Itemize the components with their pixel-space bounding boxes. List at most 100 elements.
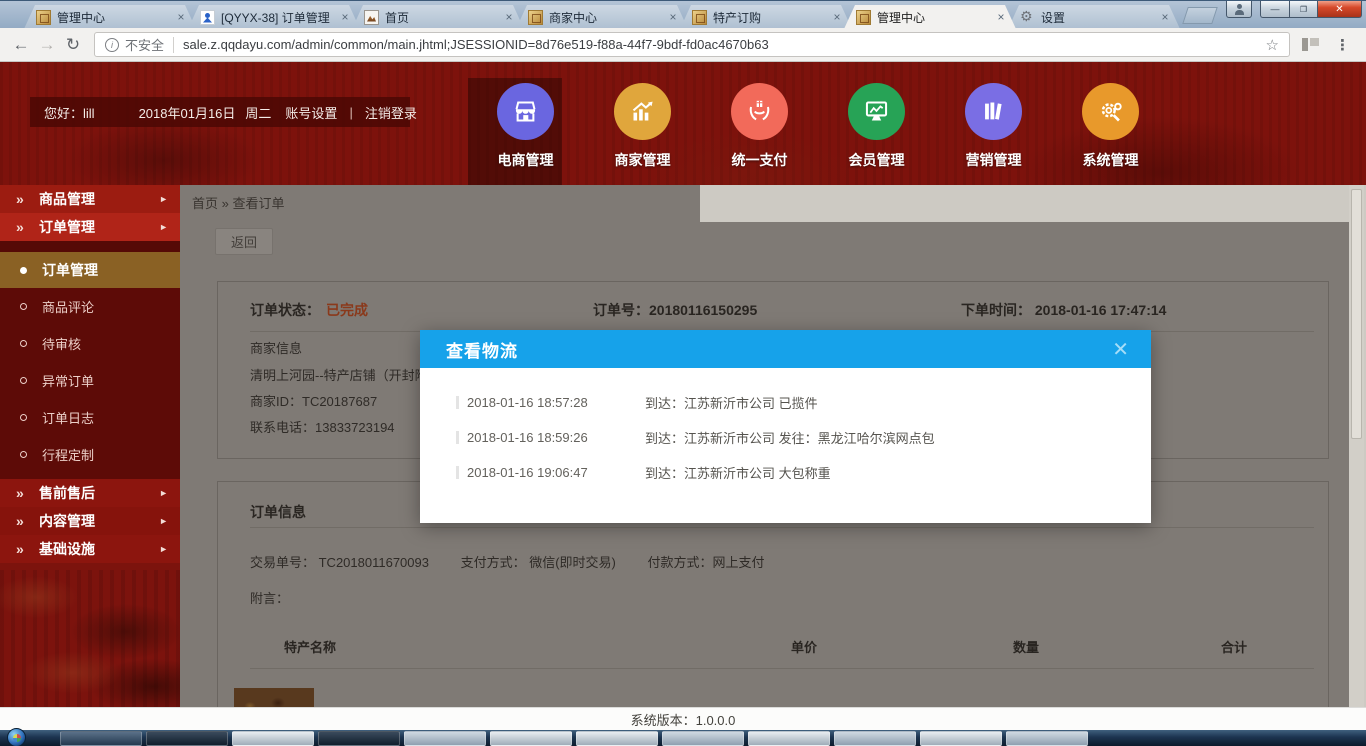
tab-close-icon[interactable]: × [174, 10, 188, 24]
sidebar-item-abnormal-orders[interactable]: 异常订单 [0, 362, 180, 399]
sidebar-group-orders[interactable]: » 订单管理 ► [0, 213, 180, 241]
sidebar-item-order-log[interactable]: 订单日志 [0, 399, 180, 436]
nav-item-merchant[interactable]: 商家管理 [584, 78, 701, 185]
taskbar-button[interactable] [318, 731, 400, 746]
chevron-icon: » [16, 535, 24, 563]
nav-label: 电商管理 [498, 150, 554, 170]
taskbar-button[interactable] [1006, 731, 1088, 746]
sidebar: » 商品管理 ► » 订单管理 ► 订单管理 商品评论 待审核 [0, 185, 180, 707]
forward-icon[interactable]: → [34, 35, 60, 55]
tab-close-icon[interactable]: × [502, 10, 516, 24]
new-tab-button[interactable] [1182, 7, 1218, 24]
arrow-right-icon: ► [159, 213, 168, 241]
nav-item-marketing[interactable]: 营销管理 [935, 78, 1052, 185]
security-label: 不安全 [125, 35, 164, 54]
taskbar-button[interactable] [404, 731, 486, 746]
sidebar-item-pending-review[interactable]: 待审核 [0, 325, 180, 362]
nav-item-member[interactable]: 会员管理 [818, 78, 935, 185]
chevron-icon: » [16, 507, 24, 535]
scrollbar-thumb[interactable] [1351, 189, 1362, 439]
browser-tab[interactable]: [QYYX-38] 订单管理 × [188, 5, 360, 29]
site-favicon [856, 10, 871, 25]
refresh-icon[interactable]: ↻ [60, 35, 86, 55]
log-time: 2018-01-16 18:59:26 [467, 430, 645, 445]
site-favicon [528, 10, 543, 25]
browser-tab[interactable]: 首页 × [352, 5, 524, 29]
bullet-icon [20, 267, 27, 274]
start-button[interactable] [7, 728, 26, 746]
sidebar-item-product-reviews[interactable]: 商品评论 [0, 288, 180, 325]
info-icon[interactable]: i [105, 38, 119, 52]
logistics-entry: 2018-01-16 18:57:28 到达：江苏新沂市公司 已揽件 [420, 385, 1151, 420]
bullet-icon [20, 377, 27, 384]
taskbar-button[interactable] [146, 731, 228, 746]
log-status: 到达：江苏新沂市公司 大包称重 [645, 463, 831, 482]
restore-button[interactable]: ❐ [1289, 1, 1317, 18]
nav-label: 统一支付 [732, 150, 788, 170]
modal-mask [180, 185, 700, 222]
taskbar-button[interactable] [576, 731, 658, 746]
tab-title: 首页 [385, 9, 502, 26]
tab-title: 管理中心 [877, 9, 994, 26]
nav-item-system[interactable]: 系统管理 [1052, 78, 1169, 185]
weekday-text: 周二 [245, 103, 271, 122]
jira-favicon [200, 10, 215, 25]
tab-title: 设置 [1041, 9, 1158, 26]
profile-button[interactable] [1226, 1, 1252, 18]
main-nav: 电商管理 商家管理 统一支付 会员管理 [467, 78, 1169, 185]
tab-close-icon[interactable]: × [1158, 10, 1172, 24]
tab-strip: 管理中心 × [QYYX-38] 订单管理 × 首页 × 商家中心 × 特产订购… [0, 0, 1366, 28]
browser-tab[interactable]: 设置 × [1008, 5, 1180, 29]
app-header: 您好：lill 2018年01月16日 周二 账号设置 | 注销登录 电商管理 … [0, 62, 1366, 185]
arrow-right-icon: ► [159, 479, 168, 507]
logout-link[interactable]: 注销登录 [365, 103, 417, 122]
divider: | [349, 105, 352, 120]
sidebar-submenu: 订单管理 商品评论 待审核 异常订单 订单日志 行程定制 [0, 252, 180, 479]
sidebar-group-content[interactable]: » 内容管理 ► [0, 507, 180, 535]
sidebar-item-itinerary[interactable]: 行程定制 [0, 436, 180, 473]
window-close-button[interactable]: ✕ [1317, 1, 1362, 18]
system-version: 系统版本：1.0.0.0 [631, 710, 736, 729]
log-time: 2018-01-16 19:06:47 [467, 465, 645, 480]
page-scrollbar[interactable] [1349, 185, 1364, 707]
minimize-button[interactable]: — [1260, 1, 1289, 18]
browser-tab[interactable]: 商家中心 × [516, 5, 688, 29]
taskbar-button[interactable] [920, 731, 1002, 746]
tab-close-icon[interactable]: × [994, 10, 1008, 24]
browser-tab[interactable]: 特产订购 × [680, 5, 852, 29]
nav-label: 营销管理 [966, 150, 1022, 170]
taskbar-button[interactable] [490, 731, 572, 746]
browser-tab[interactable]: 管理中心 × [24, 5, 196, 29]
nav-label: 商家管理 [615, 150, 671, 170]
tab-close-icon[interactable]: × [338, 10, 352, 24]
sidebar-group-products[interactable]: » 商品管理 ► [0, 185, 180, 213]
browser-window: 管理中心 × [QYYX-38] 订单管理 × 首页 × 商家中心 × 特产订购… [0, 0, 1366, 746]
browser-menu-icon[interactable]: ⋮ [1335, 36, 1350, 54]
taskbar-button[interactable] [834, 731, 916, 746]
extension-icon[interactable] [1302, 38, 1319, 52]
taskbar-button[interactable] [748, 731, 830, 746]
arrow-right-icon: ► [159, 535, 168, 563]
site-favicon [692, 10, 707, 25]
browser-toolbar: ← → ↻ i 不安全 sale.z.qqdayu.com/admin/comm… [0, 28, 1366, 62]
back-icon[interactable]: ← [8, 35, 34, 55]
windows-taskbar [0, 730, 1366, 746]
log-time: 2018-01-16 18:57:28 [467, 395, 645, 410]
url-text: sale.z.qqdayu.com/admin/common/main.jhtm… [183, 37, 1262, 52]
tab-close-icon[interactable]: × [666, 10, 680, 24]
nav-item-ecommerce[interactable]: 电商管理 [467, 78, 584, 185]
bookmark-star-icon[interactable]: ☆ [1262, 36, 1283, 54]
taskbar-button[interactable] [232, 731, 314, 746]
taskbar-button[interactable] [662, 731, 744, 746]
browser-tab-active[interactable]: 管理中心 × [844, 5, 1016, 29]
address-bar[interactable]: i 不安全 sale.z.qqdayu.com/admin/common/mai… [94, 32, 1290, 57]
taskbar-button[interactable] [60, 731, 142, 746]
sidebar-group-aftersale[interactable]: » 售前售后 ► [0, 479, 180, 507]
sidebar-group-infrastructure[interactable]: » 基础设施 ► [0, 535, 180, 563]
gear-favicon [1020, 10, 1035, 25]
close-icon[interactable]: ✕ [1112, 337, 1129, 362]
sidebar-item-order-management[interactable]: 订单管理 [0, 252, 180, 288]
account-settings-link[interactable]: 账号设置 [285, 103, 337, 122]
nav-item-payment[interactable]: 统一支付 [701, 78, 818, 185]
tab-close-icon[interactable]: × [830, 10, 844, 24]
